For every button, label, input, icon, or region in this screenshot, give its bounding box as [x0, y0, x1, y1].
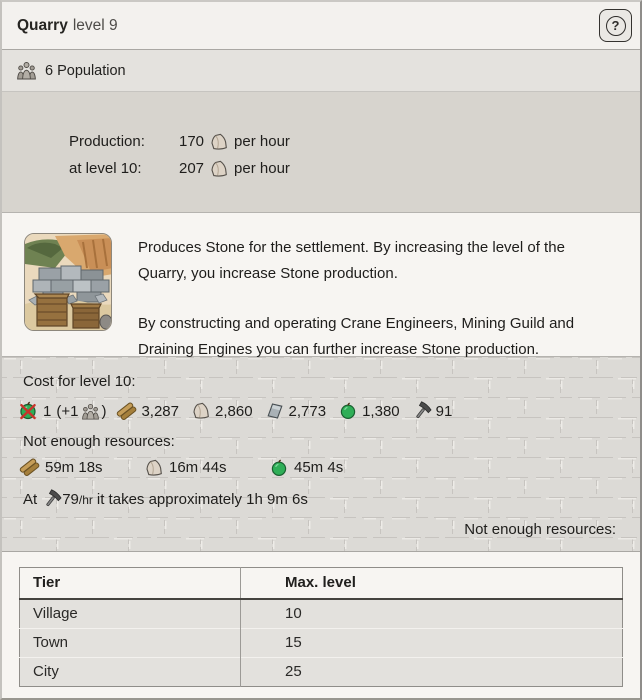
- cost-content: Cost for level 10: 1 (+1) 3,287 2,860 2…: [2, 357, 640, 538]
- food-wait-time: 45m 4s: [270, 458, 393, 477]
- production-unit: per hour: [234, 133, 290, 150]
- tools-cost: 91: [413, 401, 453, 420]
- table-row: City 25: [19, 657, 623, 687]
- tools-icon: [43, 489, 62, 508]
- tier-cell: Town: [19, 628, 241, 658]
- tools-icon: [413, 401, 432, 420]
- building-panel: Quarry level 9 ? 6 Population Production:…: [0, 0, 642, 700]
- build-time-prefix: At: [23, 490, 38, 508]
- production-label: Production:: [69, 133, 145, 150]
- stone-icon: [192, 402, 210, 420]
- food-icon: [270, 459, 288, 477]
- cost-row: 1 (+1 ) 3,287 2,860 2,773 1,380 91: [18, 401, 618, 421]
- tools-cost-value: 91: [435, 402, 453, 420]
- wood-wait-value: 59m 18s: [45, 459, 103, 476]
- not-enough-resources-label: Not enough resources:: [23, 433, 175, 450]
- question-mark-icon: ?: [605, 15, 626, 36]
- tier-table-header-row: Tier Max. level: [19, 567, 623, 600]
- max-level-cell: 25: [240, 657, 623, 687]
- build-time-line: At 79 /hr it takes approximately 1h 9m 6…: [23, 489, 618, 508]
- population-cost-plus: (+1: [56, 402, 79, 420]
- wood-icon: [19, 458, 40, 477]
- production-current-row: Production: 170 per hour: [69, 128, 640, 155]
- wood-cost: 3,287: [117, 401, 179, 421]
- population-cost-value: 1: [43, 402, 52, 420]
- next-level-unit: per hour: [234, 160, 290, 177]
- help-button[interactable]: ?: [599, 9, 632, 42]
- food-cost: 1,380: [339, 402, 400, 420]
- population-value: 6 Population: [45, 62, 126, 79]
- page-title: Quarry level 9: [17, 17, 118, 35]
- stone-icon: [145, 459, 163, 477]
- stone-cost-value: 2,860: [215, 402, 253, 420]
- cost-title: Cost for level 10:: [23, 373, 136, 390]
- description-paragraph-2: By constructing and operating Crane Engi…: [138, 315, 575, 358]
- max-level-cell: 15: [240, 628, 623, 658]
- stone-icon: [210, 133, 228, 151]
- wait-times-row: 59m 18s 16m 44s 45m 4s: [18, 458, 618, 477]
- next-level-value: 207: [179, 160, 205, 177]
- description-section: Produces Stone for the settlement. By in…: [2, 213, 640, 358]
- population-cost-close: ): [101, 402, 107, 420]
- stone-cost: 2,860: [192, 402, 253, 420]
- tier-table: Tier Max. level Village 10 Town 15 City …: [19, 567, 623, 687]
- stone-wait-time: 16m 44s: [145, 458, 268, 477]
- panel-header: Quarry level 9 ?: [2, 2, 640, 50]
- stone-icon: [210, 160, 228, 178]
- population-icon: [81, 403, 100, 420]
- population-icon: [16, 61, 37, 80]
- tools-rate-value: 79: [62, 490, 79, 508]
- table-row: Town 15: [19, 628, 623, 658]
- not-enough-resources-right: Not enough resources:: [464, 521, 616, 538]
- tier-column-header: Tier: [19, 567, 241, 600]
- population-cost: 1 (+1 ): [18, 401, 106, 421]
- quarry-image: [24, 233, 112, 331]
- food-icon: [339, 402, 357, 420]
- wood-icon: [117, 401, 137, 421]
- production-value: 170: [179, 133, 205, 150]
- population-bar: 6 Population: [2, 50, 640, 92]
- table-row: Village 10: [19, 598, 623, 629]
- max-level-column-header: Max. level: [240, 567, 623, 600]
- tier-cell: Village: [19, 598, 241, 629]
- food-unavailable-icon: [18, 401, 38, 421]
- food-cost-value: 1,380: [362, 402, 400, 420]
- production-next-row: at level 10: 207 per hour: [69, 155, 640, 182]
- food-wait-value: 45m 4s: [294, 459, 344, 476]
- wood-wait-time: 59m 18s: [19, 458, 143, 477]
- wood-cost-value: 3,287: [141, 402, 179, 420]
- iron-cost: 2,773: [266, 402, 327, 420]
- cost-section: Cost for level 10: 1 (+1) 3,287 2,860 2…: [2, 357, 640, 552]
- tier-section: Tier Max. level Village 10 Town 15 City …: [2, 552, 640, 698]
- build-time-text: it takes approximately 1h 9m 6s: [96, 490, 308, 508]
- tools-rate-unit: /hr: [78, 493, 93, 507]
- tier-cell: City: [19, 657, 241, 687]
- max-level-cell: 10: [240, 598, 623, 629]
- iron-cost-value: 2,773: [288, 402, 327, 420]
- building-level: level 9: [72, 16, 118, 34]
- building-name: Quarry: [17, 16, 68, 34]
- description-paragraph-1: Produces Stone for the settlement. By in…: [138, 239, 565, 282]
- next-level-label: at level 10:: [69, 160, 142, 177]
- stone-wait-value: 16m 44s: [169, 459, 227, 476]
- production-section: Production: 170 per hour at level 10: 20…: [2, 92, 640, 213]
- description-text: Produces Stone for the settlement. By in…: [138, 233, 608, 358]
- iron-icon: [266, 402, 284, 420]
